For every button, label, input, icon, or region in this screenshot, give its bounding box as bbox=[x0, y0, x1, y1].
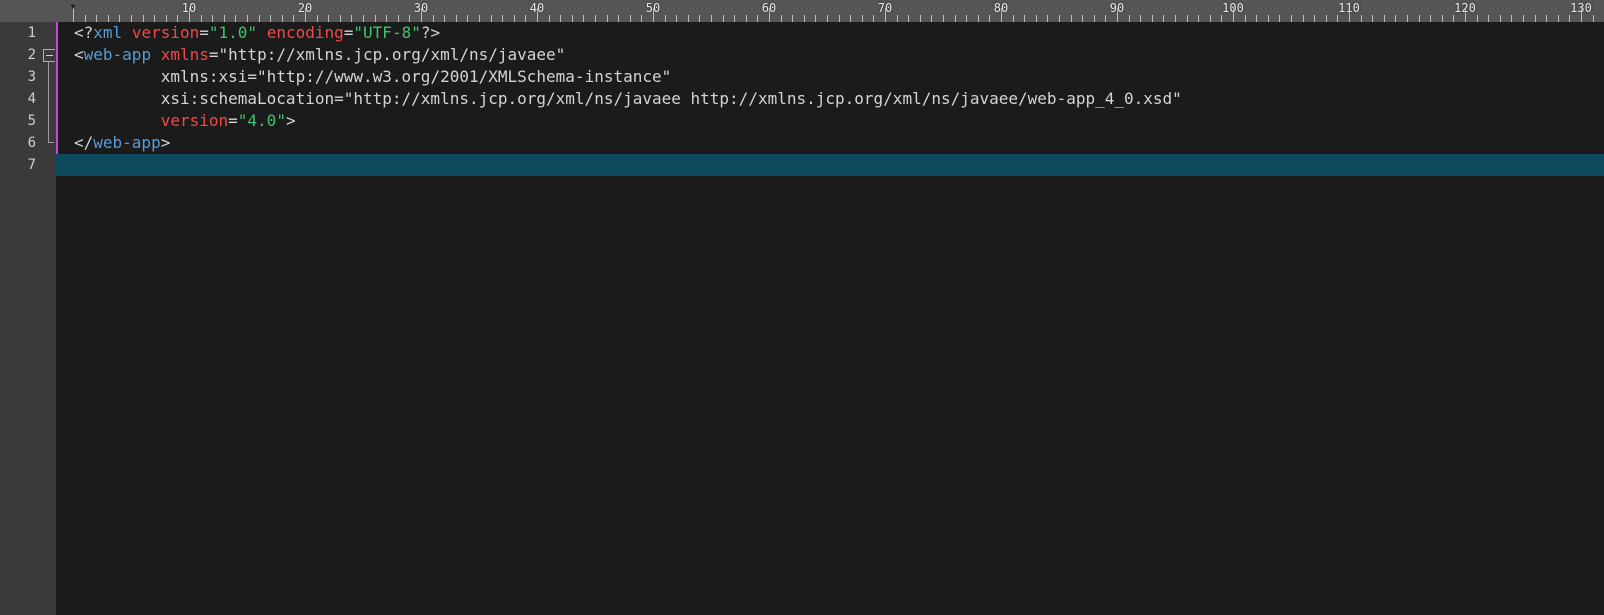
code-line: xsi:schemaLocation="http://xmlns.jcp.org… bbox=[74, 89, 1182, 108]
line-number[interactable]: 6 bbox=[0, 132, 42, 154]
line-number[interactable]: 7 bbox=[0, 154, 42, 176]
ruler-gutter-cover bbox=[0, 0, 55, 22]
code-line: <?xml version="1.0" encoding="UTF-8"?> bbox=[74, 23, 440, 42]
ruler-caret-icon: ▾ bbox=[69, 1, 76, 11]
line-number[interactable]: 2 bbox=[0, 44, 42, 66]
code-content[interactable]: <?xml version="1.0" encoding="UTF-8"?> <… bbox=[56, 22, 1604, 154]
code-editor[interactable]: <?xml version="1.0" encoding="UTF-8"?> <… bbox=[55, 22, 1604, 615]
code-line: <web-app xmlns="http://xmlns.jcp.org/xml… bbox=[74, 45, 565, 64]
gutter[interactable]: 1 2 3 4 5 6 7 bbox=[0, 22, 42, 615]
code-line: </web-app> bbox=[74, 133, 170, 152]
current-line-highlight bbox=[56, 154, 1604, 176]
line-number[interactable]: 5 bbox=[0, 110, 42, 132]
fold-column bbox=[42, 22, 55, 615]
code-line: version="4.0"> bbox=[74, 111, 296, 130]
line-number[interactable]: 1 bbox=[0, 22, 42, 44]
fold-guide-line bbox=[48, 55, 49, 143]
ruler[interactable]: 1020304050607080901001101201301401501601… bbox=[0, 0, 1604, 22]
line-number[interactable]: 3 bbox=[0, 66, 42, 88]
fold-end-icon bbox=[48, 142, 54, 143]
line-number[interactable]: 4 bbox=[0, 88, 42, 110]
code-line: xmlns:xsi="http://www.w3.org/2001/XMLSch… bbox=[74, 67, 671, 86]
